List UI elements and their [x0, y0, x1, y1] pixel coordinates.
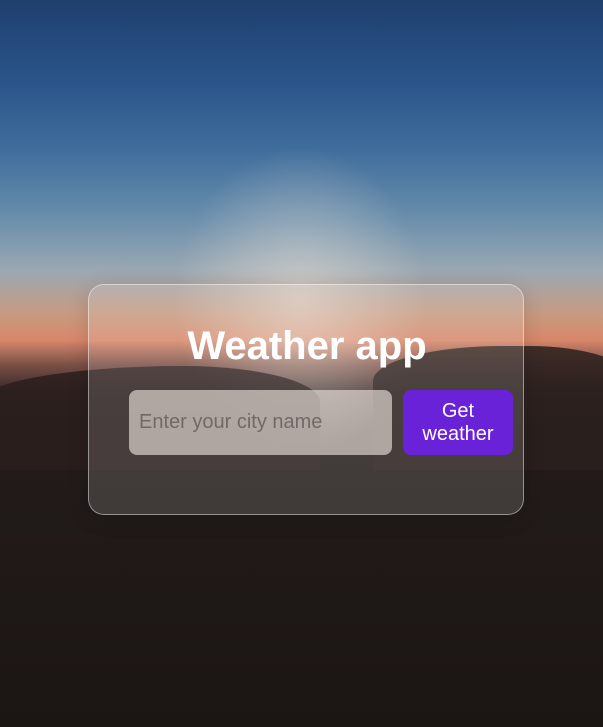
city-input[interactable]	[129, 390, 392, 455]
weather-card: Weather app Get weather	[88, 284, 524, 515]
app-title: Weather app	[187, 324, 427, 368]
get-weather-button[interactable]: Get weather	[403, 390, 513, 455]
